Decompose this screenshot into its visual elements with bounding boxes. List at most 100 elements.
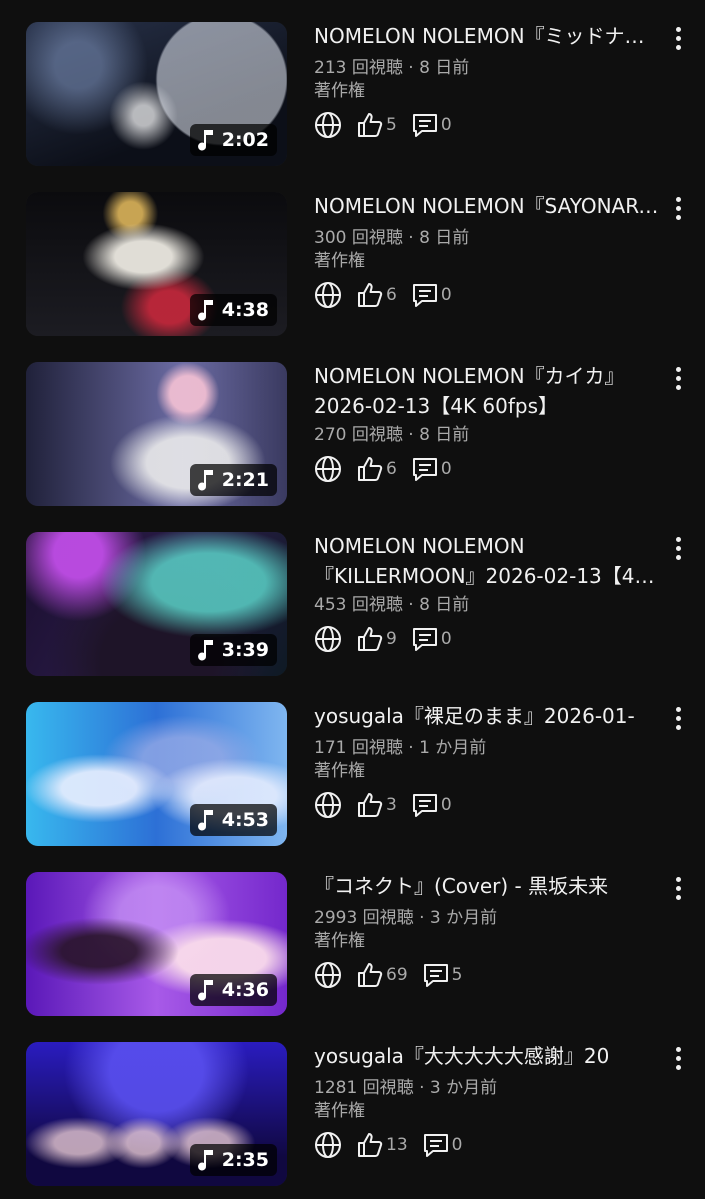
video-title[interactable]: NOMELON NOLEMON『カイカ』2026-02-13【4K 60fps】 — [314, 361, 660, 421]
duration-text: 3:39 — [221, 639, 269, 661]
view-count: 270 回視聴 — [314, 425, 403, 445]
more-options-icon[interactable] — [669, 873, 687, 903]
like-button[interactable]: 5 — [356, 111, 397, 139]
comment-count: 0 — [440, 115, 452, 135]
copyright-label: 著作権 — [314, 251, 365, 271]
visibility-public-icon[interactable] — [314, 625, 342, 653]
video-thumbnail[interactable]: 4:36 — [26, 872, 287, 1016]
like-button[interactable]: 6 — [356, 455, 397, 483]
music-note-icon — [197, 1150, 213, 1171]
view-count: 453 回視聴 — [314, 595, 403, 615]
like-button[interactable]: 13 — [356, 1131, 408, 1159]
video-item[interactable]: 2:35 yosugala『大大大大大感謝』20 1281 回視聴 · 3 か月… — [0, 1020, 705, 1190]
music-note-icon — [197, 640, 213, 661]
video-meta: 453 回視聴 · 8 日前 — [314, 595, 470, 615]
video-thumbnail[interactable]: 2:35 — [26, 1042, 287, 1186]
video-actions: 13 0 — [314, 1130, 462, 1160]
upload-age: 8 日前 — [419, 595, 470, 615]
comment-icon — [412, 628, 437, 651]
copyright-label: 著作権 — [314, 1101, 365, 1121]
comment-count: 0 — [451, 1135, 463, 1155]
comment-icon — [412, 794, 437, 817]
thumbs-up-icon — [358, 283, 383, 307]
video-item[interactable]: 3:39 NOMELON NOLEMON『KILLERMOON』2026-02-… — [0, 510, 705, 680]
comment-icon — [412, 458, 437, 481]
duration-text: 2:35 — [221, 1149, 269, 1171]
video-item[interactable]: 4:36 『コネクト』(Cover) - 黒坂未来 2993 回視聴 · 3 か… — [0, 850, 705, 1020]
video-item[interactable]: 4:53 yosugala『裸足のまま』2026-01- 171 回視聴 · 1… — [0, 680, 705, 850]
duration-badge: 3:39 — [189, 634, 277, 666]
video-meta: 213 回視聴 · 8 日前 — [314, 58, 470, 78]
upload-age: 1 か月前 — [419, 738, 487, 758]
thumbs-up-icon — [358, 793, 383, 817]
video-actions: 6 0 — [314, 280, 452, 310]
comment-button[interactable]: 0 — [411, 625, 452, 653]
video-actions: 9 0 — [314, 624, 452, 654]
more-options-icon[interactable] — [669, 193, 687, 223]
video-item[interactable]: 2:02 NOMELON NOLEMON『ミッドナイト・リフレクション』2026… — [0, 0, 705, 170]
visibility-public-icon[interactable] — [314, 455, 342, 483]
like-button[interactable]: 3 — [356, 791, 397, 819]
video-item[interactable]: 2:21 NOMELON NOLEMON『カイカ』2026-02-13【4K 6… — [0, 340, 705, 510]
visibility-public-icon[interactable] — [314, 1131, 342, 1159]
visibility-public-icon[interactable] — [314, 111, 342, 139]
music-note-icon — [197, 300, 213, 321]
view-count: 213 回視聴 — [314, 58, 403, 78]
video-thumbnail[interactable]: 4:38 — [26, 192, 287, 336]
music-note-icon — [197, 980, 213, 1001]
visibility-public-icon[interactable] — [314, 791, 342, 819]
comment-button[interactable]: 0 — [411, 791, 452, 819]
video-actions: 69 5 — [314, 960, 462, 990]
video-thumbnail[interactable]: 2:21 — [26, 362, 287, 506]
thumbs-up-icon — [358, 963, 383, 987]
visibility-public-icon[interactable] — [314, 281, 342, 309]
more-options-icon[interactable] — [669, 23, 687, 53]
comment-button[interactable]: 0 — [411, 281, 452, 309]
duration-badge: 4:38 — [189, 294, 277, 326]
comment-button[interactable]: 0 — [422, 1131, 463, 1159]
music-note-icon — [197, 470, 213, 491]
like-count: 69 — [386, 965, 408, 985]
video-thumbnail[interactable]: 3:39 — [26, 532, 287, 676]
video-actions: 3 0 — [314, 790, 452, 820]
video-item[interactable]: 4:38 NOMELON NOLEMON『SAYONARA』2026-02-13… — [0, 170, 705, 340]
video-title[interactable]: NOMELON NOLEMON『SAYONARA』2026-02-13【4K 6… — [314, 191, 660, 221]
video-title[interactable]: yosugala『大大大大大感謝』20 — [314, 1041, 660, 1071]
video-meta: 1281 回視聴 · 3 か月前 — [314, 1078, 498, 1098]
video-title[interactable]: yosugala『裸足のまま』2026-01- — [314, 701, 660, 731]
like-count: 3 — [386, 795, 397, 815]
view-count: 1281 回視聴 — [314, 1078, 414, 1098]
view-count: 2993 回視聴 — [314, 908, 414, 928]
comment-button[interactable]: 0 — [411, 111, 452, 139]
duration-text: 4:36 — [221, 979, 269, 1001]
video-title[interactable]: NOMELON NOLEMON『ミッドナイト・リフレクション』2026-02-1… — [314, 21, 660, 51]
comment-count: 0 — [440, 795, 452, 815]
video-thumbnail[interactable]: 4:53 — [26, 702, 287, 846]
more-options-icon[interactable] — [669, 363, 687, 393]
like-button[interactable]: 9 — [356, 625, 397, 653]
comment-icon — [412, 284, 437, 307]
video-title[interactable]: NOMELON NOLEMON『KILLERMOON』2026-02-13【4K… — [314, 531, 660, 591]
like-button[interactable]: 69 — [356, 961, 408, 989]
comment-count: 0 — [440, 629, 452, 649]
more-options-icon[interactable] — [669, 703, 687, 733]
comment-count: 5 — [451, 965, 463, 985]
video-meta: 270 回視聴 · 8 日前 — [314, 425, 470, 445]
like-button[interactable]: 6 — [356, 281, 397, 309]
upload-age: 3 か月前 — [429, 908, 498, 928]
visibility-public-icon[interactable] — [314, 961, 342, 989]
music-note-icon — [197, 810, 213, 831]
more-options-icon[interactable] — [669, 533, 687, 563]
comment-icon — [423, 964, 448, 987]
upload-age: 8 日前 — [419, 58, 470, 78]
video-title[interactable]: 『コネクト』(Cover) - 黒坂未来 — [314, 871, 660, 901]
comment-button[interactable]: 0 — [411, 455, 452, 483]
copyright-label: 著作権 — [314, 761, 365, 781]
comment-button[interactable]: 5 — [422, 961, 463, 989]
upload-age: 3 か月前 — [429, 1078, 498, 1098]
video-thumbnail[interactable]: 2:02 — [26, 22, 287, 166]
video-actions: 6 0 — [314, 454, 452, 484]
more-options-icon[interactable] — [669, 1043, 687, 1073]
view-count: 171 回視聴 — [314, 738, 403, 758]
video-list: 2:02 NOMELON NOLEMON『ミッドナイト・リフレクション』2026… — [0, 0, 705, 1190]
